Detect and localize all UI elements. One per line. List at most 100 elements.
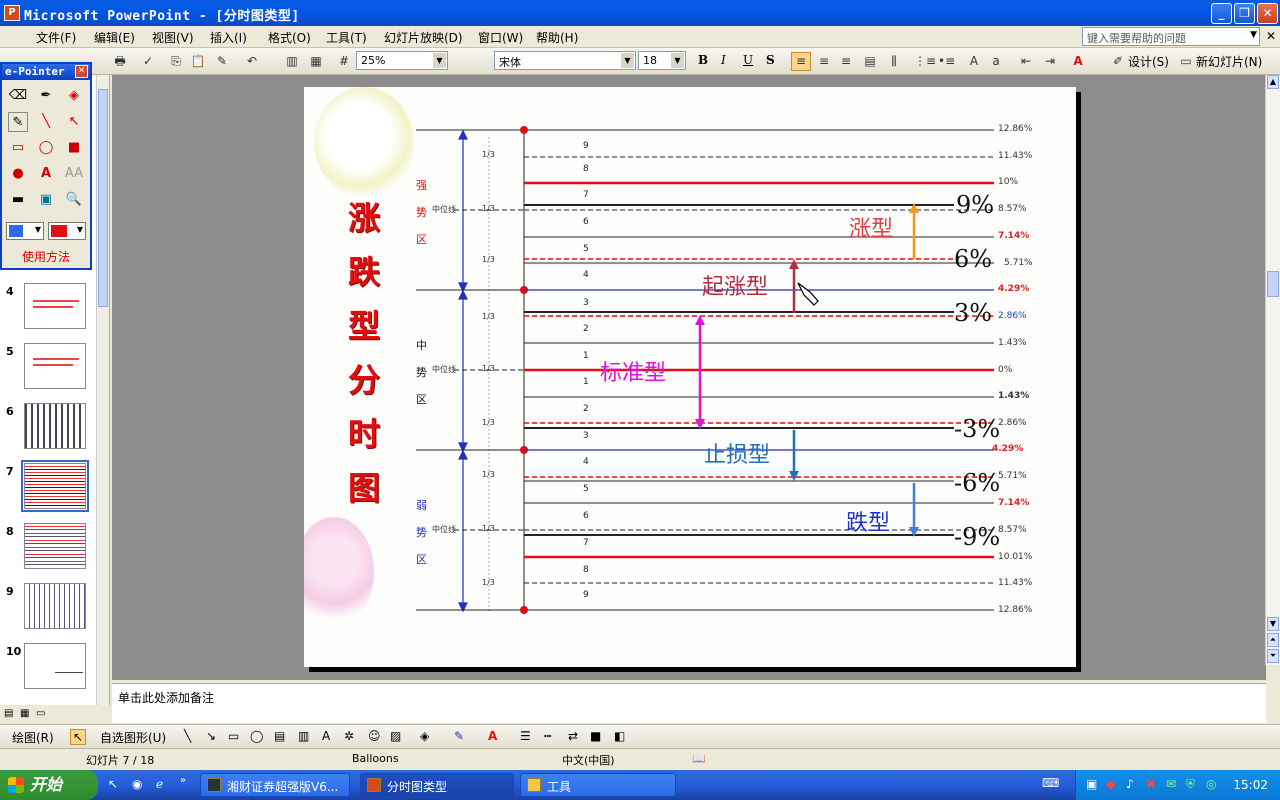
tray-shield-icon[interactable]: ⛨ bbox=[1186, 777, 1195, 792]
thumbnail-slide-7[interactable]: 7 bbox=[0, 460, 96, 513]
increase-indent-icon[interactable]: ⇥ bbox=[1042, 53, 1058, 69]
decrease-indent-icon[interactable]: ⇤ bbox=[1018, 53, 1034, 69]
line-tool-icon[interactable]: ╲ bbox=[184, 729, 191, 743]
powerpoint-icon[interactable]: P bbox=[4, 5, 20, 21]
thumbnail-slide-10[interactable]: 10 bbox=[0, 643, 96, 693]
spelling-icon[interactable]: ✓ bbox=[140, 53, 156, 69]
picture-icon[interactable]: ▨ bbox=[390, 729, 401, 743]
ellipse-icon[interactable]: ◯ bbox=[36, 138, 56, 158]
scroll-down-button[interactable]: ▼ bbox=[1267, 617, 1279, 631]
screen-icon[interactable]: ▣ bbox=[36, 190, 56, 210]
eraser-icon[interactable]: ⌫ bbox=[8, 86, 28, 106]
shadow-button[interactable]: S bbox=[766, 53, 775, 67]
thumbnail-slide-9[interactable]: 9 bbox=[0, 583, 96, 633]
numbering-icon[interactable]: ⋮≡ bbox=[914, 53, 936, 69]
tray-app-icon[interactable]: ◆ bbox=[1106, 777, 1115, 791]
previous-slide-button[interactable]: ⏶ bbox=[1267, 633, 1279, 647]
menu-window[interactable]: 窗口(W) bbox=[478, 29, 523, 46]
bold-button[interactable]: B bbox=[698, 53, 708, 67]
next-slide-button[interactable]: ⏷ bbox=[1267, 649, 1279, 663]
slideshow-icon[interactable]: ▭ bbox=[36, 708, 45, 719]
oval-tool-icon[interactable]: ◯ bbox=[250, 729, 263, 743]
align-right-icon[interactable]: ≡ bbox=[838, 53, 854, 69]
textbox-tool-icon[interactable]: ▤ bbox=[274, 729, 285, 743]
filled-ellipse-icon[interactable]: ● bbox=[8, 164, 28, 184]
tray-security-icon[interactable]: ✉ bbox=[1166, 777, 1176, 791]
text-tool-icon[interactable]: A bbox=[36, 164, 56, 184]
help-question-input[interactable]: 键入需要帮助的问题 ▼ bbox=[1082, 27, 1260, 46]
menu-format[interactable]: 格式(O) bbox=[268, 29, 311, 46]
notes-pane[interactable]: 单击此处添加备注 bbox=[112, 683, 1266, 723]
thumbnail-slide-6[interactable]: 6 bbox=[0, 403, 96, 453]
menu-file[interactable]: 文件(F) bbox=[36, 29, 76, 46]
tray-wifi-icon[interactable]: ◎ bbox=[1206, 777, 1216, 791]
spelling-status-icon[interactable]: 📖 bbox=[692, 752, 706, 765]
distributed-icon[interactable]: ▤ bbox=[862, 53, 878, 69]
close-button[interactable]: ✕ bbox=[1257, 3, 1278, 24]
thumbnail-scrollbar[interactable] bbox=[96, 75, 109, 705]
tray-antivirus-icon[interactable]: ✖ bbox=[1146, 777, 1156, 791]
filled-rectangle-icon[interactable]: ■ bbox=[64, 138, 84, 158]
arrow-icon[interactable]: ↖ bbox=[64, 112, 84, 132]
menu-edit[interactable]: 编辑(E) bbox=[94, 29, 135, 46]
close-document-icon[interactable]: ✕ bbox=[1266, 29, 1276, 43]
how-to-use-link[interactable]: 使用方法 bbox=[2, 248, 90, 265]
format-painter-icon[interactable]: ✎ bbox=[214, 53, 230, 69]
diagram-icon[interactable]: ✲ bbox=[344, 729, 354, 743]
copy-icon[interactable]: ⎘ bbox=[168, 53, 184, 69]
rectangle-tool-icon[interactable]: ▭ bbox=[228, 729, 239, 743]
decrease-font-icon[interactable]: a bbox=[988, 53, 1004, 69]
quicklaunch-more-icon[interactable]: » bbox=[180, 775, 186, 786]
clipart-icon[interactable]: ☺ bbox=[368, 729, 381, 743]
thumbnail-slide-5[interactable]: 5 bbox=[0, 343, 96, 393]
vertical-text-icon[interactable]: ⫼ bbox=[886, 53, 902, 69]
grid-icon[interactable]: # bbox=[336, 53, 352, 69]
scroll-up-button[interactable]: ▲ bbox=[1267, 75, 1279, 89]
select-pointer-icon[interactable]: ↖ bbox=[70, 729, 87, 745]
thumbnail-slide-8[interactable]: 8 bbox=[0, 523, 96, 573]
menu-view[interactable]: 视图(V) bbox=[152, 29, 194, 46]
taskbar-item-stock-app[interactable]: 湘财证券超强版V6... bbox=[200, 773, 350, 797]
pen-style-select[interactable]: ▼ bbox=[6, 222, 44, 240]
new-slide-button[interactable]: 新幻灯片(N) bbox=[1196, 53, 1262, 70]
tray-network-icon[interactable]: ▣ bbox=[1086, 777, 1097, 791]
undo-icon[interactable]: ↶ bbox=[244, 53, 260, 69]
line-width-icon[interactable]: ▬ bbox=[8, 190, 28, 210]
autoshapes-menu-button[interactable]: 自选图形(U) bbox=[100, 729, 166, 746]
design-icon[interactable]: ✐ bbox=[1110, 53, 1126, 69]
taskbar-item-powerpoint[interactable]: 分时图类型 bbox=[360, 773, 514, 797]
insert-table-icon[interactable]: ▦ bbox=[308, 53, 324, 69]
print-icon[interactable]: 🖶 bbox=[112, 53, 128, 69]
chevron-down-icon[interactable]: ▼ bbox=[671, 53, 684, 68]
normal-view-icon[interactable]: ▤ bbox=[4, 708, 13, 719]
shadow-style-icon[interactable]: ■ bbox=[590, 729, 601, 743]
design-button[interactable]: 设计(S) bbox=[1128, 53, 1169, 70]
start-button[interactable]: 开始 bbox=[0, 770, 98, 800]
line-style-icon[interactable]: ☰ bbox=[520, 729, 531, 743]
underline-button[interactable]: U bbox=[743, 53, 753, 67]
taskbar-item-tools-folder[interactable]: 工具 bbox=[520, 773, 676, 797]
quicklaunch-ie-icon[interactable]: ℯ bbox=[156, 777, 163, 791]
slide-sorter-icon[interactable]: ▦ bbox=[20, 708, 29, 719]
pen-color-select[interactable]: ▼ bbox=[48, 222, 86, 240]
font-color-icon[interactable]: A bbox=[488, 729, 497, 743]
scrollbar-thumb[interactable] bbox=[1267, 271, 1279, 297]
chevron-down-icon[interactable]: ▼ bbox=[621, 53, 634, 68]
zoom-icon[interactable]: 🔍 bbox=[64, 190, 84, 210]
fill-bucket-icon[interactable]: ◈ bbox=[64, 86, 84, 106]
minimize-button[interactable]: _ bbox=[1211, 3, 1232, 24]
menu-slideshow[interactable]: 幻灯片放映(D) bbox=[384, 29, 463, 46]
chevron-down-icon[interactable]: ▼ bbox=[433, 53, 446, 68]
paste-icon[interactable]: 📋 bbox=[190, 53, 206, 69]
italic-button[interactable]: I bbox=[721, 53, 726, 67]
line-icon[interactable]: ╲ bbox=[36, 112, 56, 132]
draw-menu-button[interactable]: 绘图(R) bbox=[12, 729, 54, 746]
chevron-down-icon[interactable]: ▼ bbox=[1250, 30, 1257, 40]
vertical-textbox-icon[interactable]: ▥ bbox=[298, 729, 309, 743]
insert-chart-icon[interactable]: ▥ bbox=[284, 53, 300, 69]
rectangle-icon[interactable]: ▭ bbox=[8, 138, 28, 158]
line-color-icon[interactable]: ✎ bbox=[454, 729, 464, 743]
font-name-select[interactable]: 宋体 ▼ bbox=[494, 51, 636, 70]
chevron-down-icon[interactable]: ▼ bbox=[35, 225, 41, 234]
quicklaunch-firefox-icon[interactable]: ◉ bbox=[132, 777, 142, 791]
